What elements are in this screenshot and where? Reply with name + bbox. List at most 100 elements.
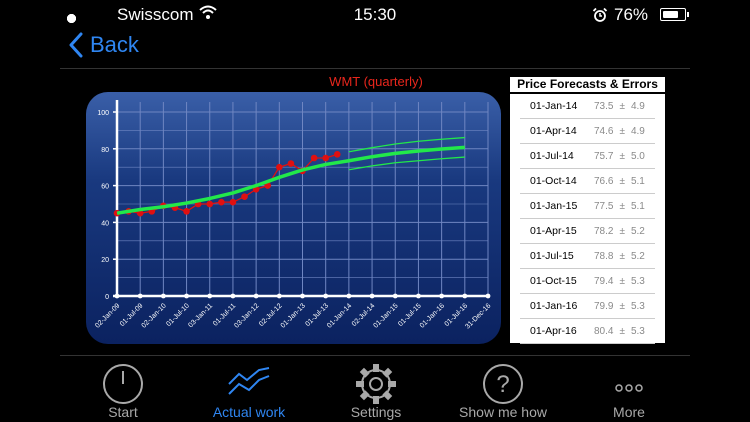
- forecast-value: 77.5 ±5.1: [594, 194, 645, 219]
- nav-divider: [60, 68, 690, 69]
- forecast-date: 01-Jan-15: [530, 200, 578, 212]
- tab-bar: Start Actual work Settings ? Show me how…: [0, 356, 750, 422]
- y-tick-label: 100: [97, 110, 109, 117]
- x-tick-marker: [439, 293, 445, 299]
- observed-price-point: [206, 200, 214, 208]
- help-icon: ?: [483, 364, 523, 404]
- forecast-price: 78.8: [594, 251, 614, 262]
- observed-price-point: [218, 198, 225, 206]
- plus-minus-sign: ±: [619, 201, 625, 212]
- forecast-price: 76.6: [594, 176, 614, 187]
- x-tick-marker: [392, 293, 398, 299]
- back-button[interactable]: Back: [68, 32, 139, 58]
- tab-label: Start: [108, 404, 138, 420]
- observed-price-point: [183, 208, 190, 215]
- forecast-price: 73.5: [594, 101, 614, 112]
- tab-label: More: [613, 404, 645, 420]
- tab-settings[interactable]: Settings: [311, 356, 441, 422]
- plus-minus-sign: ±: [619, 326, 625, 337]
- tab-label: Show me how: [459, 404, 547, 420]
- forecast-date: 01-Apr-16: [530, 325, 577, 337]
- observed-price-point: [229, 198, 237, 206]
- forecast-row: 01-Jan-16 79.9 ±5.3: [510, 294, 665, 319]
- forecast-error: 5.2: [630, 226, 645, 237]
- forecast-date: 01-Jul-14: [530, 150, 574, 162]
- plus-minus-sign: ±: [619, 126, 625, 137]
- tab-start[interactable]: Start: [58, 356, 188, 422]
- power-icon: [103, 364, 143, 404]
- tab-label: Settings: [350, 404, 402, 420]
- observed-price-point: [333, 151, 341, 158]
- x-tick-marker: [253, 293, 259, 299]
- forecast-row: 01-Jul-14 75.7 ±5.0: [510, 144, 665, 169]
- forecast-value: 78.2 ±5.2: [594, 219, 645, 244]
- forecast-error: 5.1: [630, 176, 645, 187]
- forecast-value: 73.5 ±4.9: [594, 94, 645, 119]
- more-icon: [615, 384, 643, 392]
- forecast-panel: Price Forecasts & Errors 01-Jan-14 73.5 ±4…: [510, 77, 665, 344]
- tab-more[interactable]: More: [564, 356, 694, 422]
- forecast-price: 74.6: [594, 126, 614, 137]
- y-tick-label: 80: [101, 147, 109, 154]
- navigation-bar: Back: [0, 28, 750, 68]
- y-tick-label: 60: [101, 184, 109, 191]
- x-tick-marker: [416, 293, 421, 299]
- x-tick-marker: [160, 293, 166, 299]
- battery-level-fill: [663, 11, 679, 18]
- forecast-date: 01-Apr-14: [530, 125, 577, 137]
- battery-nub: [687, 12, 689, 17]
- forecast-error: 5.1: [630, 201, 645, 212]
- forecast-row: 01-Oct-15 79.4 ±5.3: [510, 269, 665, 294]
- trend-lines-icon: [228, 367, 270, 395]
- forecast-value: 74.6 ±4.9: [594, 119, 645, 144]
- status-bar: Swisscom 15:30 76%: [0, 0, 750, 28]
- x-tick-marker: [300, 293, 305, 299]
- forecast-date: 01-Apr-15: [530, 225, 577, 237]
- x-tick-marker: [230, 293, 236, 299]
- forecast-row: 01-Jan-15 77.5 ±5.1: [510, 194, 665, 219]
- forecast-date: 01-Oct-14: [530, 175, 577, 187]
- forecast-date: 01-Jan-16: [530, 300, 578, 312]
- forecast-error: 5.2: [630, 251, 645, 262]
- plus-minus-sign: ±: [619, 301, 625, 312]
- forecast-error: 5.3: [630, 276, 645, 287]
- plus-minus-sign: ±: [619, 226, 625, 237]
- forecast-date: 01-Jan-14: [530, 100, 578, 112]
- x-tick-marker: [323, 293, 329, 299]
- plus-minus-sign: ±: [619, 176, 625, 187]
- price-chart: 0 20 40 60 80 100 02-Jan-09 01-Jul-09 02-Jan-10 0…: [86, 92, 501, 344]
- forecast-value: 76.6 ±5.1: [594, 169, 645, 194]
- y-tick-label: 0: [105, 294, 109, 301]
- chevron-left-icon: [69, 32, 83, 58]
- plus-minus-sign: ±: [619, 151, 625, 162]
- x-tick-marker: [485, 293, 491, 299]
- forecast-row: 01-Jul-15 78.8 ±5.2: [510, 244, 665, 269]
- forecast-price: 80.4: [594, 326, 614, 337]
- forecast-row: 01-Apr-16 80.4 ±5.3: [510, 319, 665, 344]
- forecast-value: 75.7 ±5.0: [594, 144, 645, 169]
- forecast-row: 01-Apr-14 74.6 ±4.9: [510, 119, 665, 144]
- forecast-value: 79.4 ±5.3: [594, 269, 645, 294]
- x-tick-marker: [207, 293, 213, 299]
- forecast-value: 78.8 ±5.2: [594, 244, 645, 269]
- observed-price-point: [241, 193, 248, 200]
- x-tick-marker: [346, 293, 352, 299]
- forecast-error: 5.0: [630, 151, 645, 162]
- tab-actual-work[interactable]: Actual work: [184, 356, 314, 422]
- y-tick-label: 20: [101, 257, 109, 264]
- forecast-price: 78.2: [594, 226, 614, 237]
- forecast-price: 75.7: [594, 151, 614, 162]
- forecast-price: 77.5: [594, 201, 614, 212]
- x-tick-marker: [276, 293, 282, 299]
- tab-show-me-how[interactable]: ? Show me how: [438, 356, 568, 422]
- forecast-error: 5.3: [630, 326, 645, 337]
- forecast-list: 01-Jan-14 73.5 ±4.9 01-Apr-14 74.6 ±4.9 01-Jul…: [510, 94, 665, 344]
- x-tick-marker: [369, 293, 375, 299]
- chart-title: WMT (quarterly): [329, 74, 423, 89]
- observed-price-point: [276, 163, 283, 171]
- forecast-row: 01-Oct-14 76.6 ±5.1: [510, 169, 665, 194]
- battery-icon: [660, 8, 689, 21]
- plus-minus-sign: ±: [619, 276, 625, 287]
- back-label: Back: [90, 32, 139, 57]
- forecast-price: 79.4: [594, 276, 614, 287]
